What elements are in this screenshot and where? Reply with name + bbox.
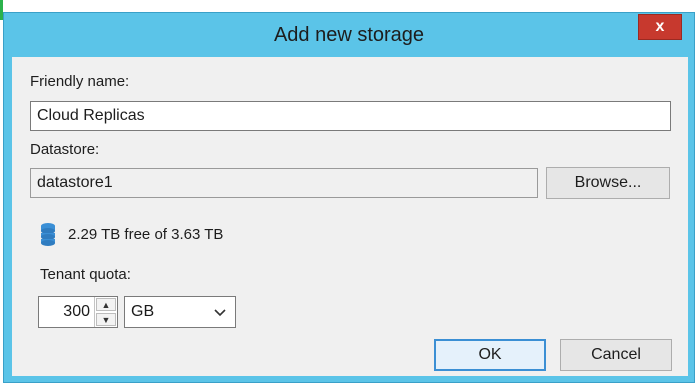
dialog-title: Add new storage bbox=[273, 23, 425, 46]
chevron-down-icon bbox=[214, 309, 226, 317]
quota-stepper-buttons: ▲ ▼ bbox=[94, 297, 117, 327]
add-storage-dialog: Add new storage x Friendly name: Cloud R… bbox=[3, 12, 695, 383]
decrement-arrow-icon[interactable]: ▼ bbox=[96, 313, 116, 326]
database-icon bbox=[41, 223, 55, 246]
browse-button[interactable]: Browse... bbox=[546, 167, 670, 199]
tenant-quota-label: Tenant quota: bbox=[40, 266, 131, 283]
quota-unit-value: GB bbox=[131, 303, 155, 320]
friendly-name-input[interactable]: Cloud Replicas bbox=[30, 101, 671, 131]
friendly-name-label: Friendly name: bbox=[30, 73, 130, 90]
quota-stepper[interactable]: 300 ▲ ▼ bbox=[38, 296, 118, 328]
friendly-name-value: Cloud Replicas bbox=[37, 107, 145, 124]
storage-capacity-text: 2.29 TB free of 3.63 TB bbox=[68, 226, 224, 243]
datastore-value: datastore1 bbox=[37, 174, 113, 191]
dialog-body: Friendly name: Cloud Replicas Datastore:… bbox=[12, 57, 688, 376]
close-button[interactable]: x bbox=[638, 14, 682, 40]
datastore-label: Datastore: bbox=[30, 141, 100, 158]
increment-arrow-icon[interactable]: ▲ bbox=[96, 298, 116, 311]
quota-value[interactable]: 300 bbox=[39, 297, 94, 327]
close-icon: x bbox=[655, 18, 665, 35]
ok-button[interactable]: OK bbox=[434, 339, 546, 371]
title-bar[interactable]: Add new storage x bbox=[4, 13, 694, 57]
quota-unit-select[interactable]: GB bbox=[124, 296, 236, 328]
cancel-button[interactable]: Cancel bbox=[560, 339, 672, 371]
datastore-field: datastore1 bbox=[30, 168, 538, 198]
